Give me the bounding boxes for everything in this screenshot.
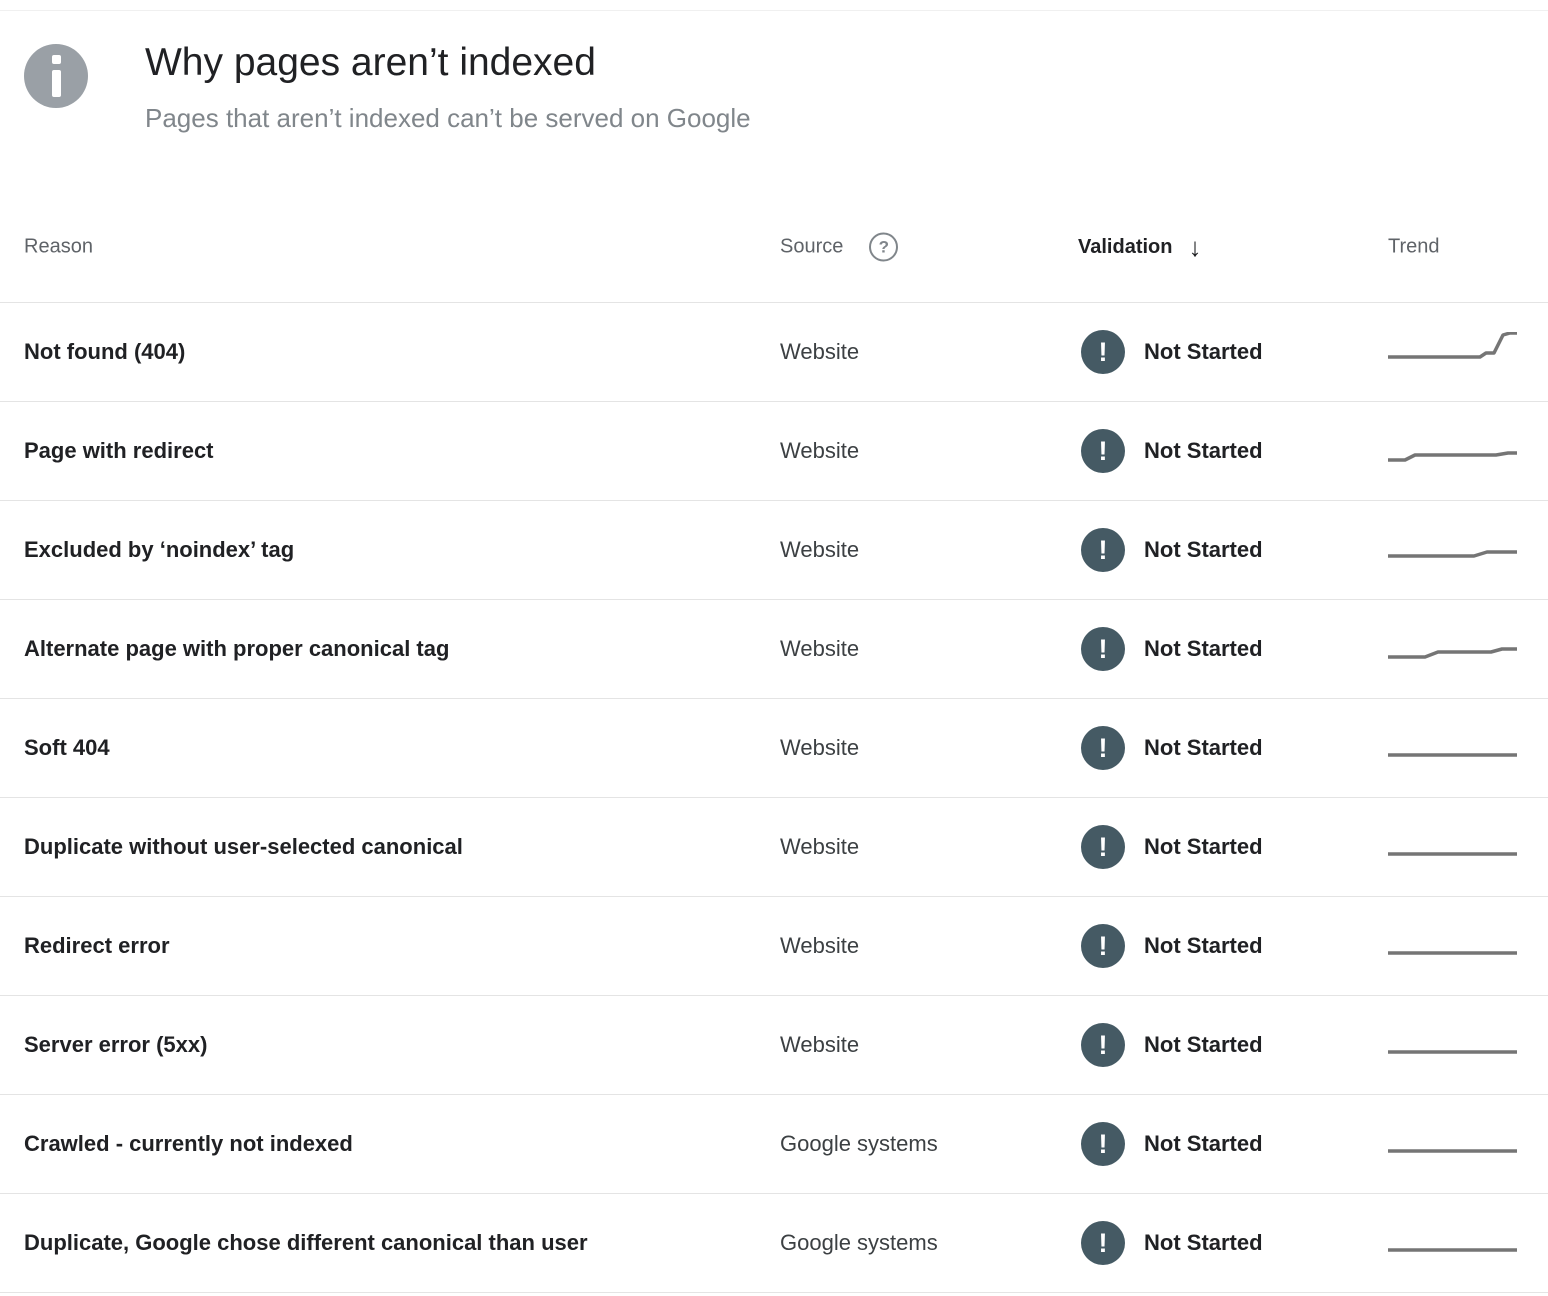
source-cell: Google systems xyxy=(780,1230,938,1256)
validation-error-icon: ! xyxy=(1081,726,1125,770)
source-column-label: Source xyxy=(780,236,843,259)
source-cell: Website xyxy=(780,834,859,860)
validation-cell: ! Not Started xyxy=(1081,330,1263,374)
table-row[interactable]: Excluded by ‘noindex’ tag Website ! Not … xyxy=(0,501,1548,600)
table-row[interactable]: Redirect error Website ! Not Started xyxy=(0,897,1548,996)
trend-sparkline xyxy=(1388,1223,1518,1263)
reason-cell: Soft 404 xyxy=(24,735,110,761)
source-cell: Website xyxy=(780,735,859,761)
info-icon xyxy=(24,44,88,108)
sort-descending-arrow-icon: ↓ xyxy=(1188,234,1201,260)
reason-cell: Duplicate without user-selected canonica… xyxy=(24,834,463,860)
source-cell: Website xyxy=(780,1032,859,1058)
validation-error-icon: ! xyxy=(1081,1221,1125,1265)
validation-error-icon: ! xyxy=(1081,528,1125,572)
validation-status: Not Started xyxy=(1144,1230,1263,1256)
validation-status: Not Started xyxy=(1144,933,1263,959)
validation-cell: ! Not Started xyxy=(1081,825,1263,869)
table-header-row: Reason Source ? Validation ↓ Trend xyxy=(0,210,1548,303)
reason-cell: Not found (404) xyxy=(24,339,185,365)
validation-status: Not Started xyxy=(1144,537,1263,563)
trend-sparkline xyxy=(1388,332,1518,372)
validation-cell: ! Not Started xyxy=(1081,429,1263,473)
validation-cell: ! Not Started xyxy=(1081,924,1263,968)
reason-cell: Crawled - currently not indexed xyxy=(24,1131,353,1157)
table-row[interactable]: Duplicate without user-selected canonica… xyxy=(0,798,1548,897)
validation-cell: ! Not Started xyxy=(1081,726,1263,770)
validation-status: Not Started xyxy=(1144,834,1263,860)
trend-sparkline xyxy=(1388,1025,1518,1065)
trend-sparkline xyxy=(1388,728,1518,768)
trend-sparkline xyxy=(1388,926,1518,966)
reason-cell: Redirect error xyxy=(24,933,170,959)
table-row[interactable]: Page with redirect Website ! Not Started xyxy=(0,402,1548,501)
source-cell: Website xyxy=(780,933,859,959)
source-cell: Google systems xyxy=(780,1131,938,1157)
validation-error-icon: ! xyxy=(1081,330,1125,374)
validation-cell: ! Not Started xyxy=(1081,627,1263,671)
validation-status: Not Started xyxy=(1144,735,1263,761)
reason-cell: Page with redirect xyxy=(24,438,214,464)
validation-cell: ! Not Started xyxy=(1081,528,1263,572)
table-body: Not found (404) Website ! Not Started Pa… xyxy=(0,303,1548,1293)
trend-sparkline xyxy=(1388,1124,1518,1164)
validation-status: Not Started xyxy=(1144,1131,1263,1157)
reason-column-header[interactable]: Reason xyxy=(24,236,93,259)
page-title: Why pages aren’t indexed xyxy=(145,40,596,86)
validation-status: Not Started xyxy=(1144,636,1263,662)
source-cell: Website xyxy=(780,636,859,662)
report-header: Why pages aren’t indexed Pages that aren… xyxy=(0,0,1548,210)
validation-error-icon: ! xyxy=(1081,924,1125,968)
source-cell: Website xyxy=(780,537,859,563)
validation-error-icon: ! xyxy=(1081,1122,1125,1166)
table-row[interactable]: Server error (5xx) Website ! Not Started xyxy=(0,996,1548,1095)
validation-error-icon: ! xyxy=(1081,627,1125,671)
table-row[interactable]: Not found (404) Website ! Not Started xyxy=(0,303,1548,402)
validation-cell: ! Not Started xyxy=(1081,1122,1263,1166)
validation-status: Not Started xyxy=(1144,339,1263,365)
validation-cell: ! Not Started xyxy=(1081,1221,1263,1265)
trend-sparkline xyxy=(1388,629,1518,669)
table-row[interactable]: Duplicate, Google chose different canoni… xyxy=(0,1194,1548,1293)
validation-status: Not Started xyxy=(1144,438,1263,464)
reason-cell: Alternate page with proper canonical tag xyxy=(24,636,449,662)
trend-sparkline xyxy=(1388,827,1518,867)
trend-sparkline xyxy=(1388,431,1518,471)
validation-error-icon: ! xyxy=(1081,1023,1125,1067)
trend-column-header: Trend xyxy=(1388,236,1440,259)
validation-cell: ! Not Started xyxy=(1081,1023,1263,1067)
reason-cell: Excluded by ‘noindex’ tag xyxy=(24,537,294,563)
trend-sparkline xyxy=(1388,530,1518,570)
table-row[interactable]: Crawled - currently not indexed Google s… xyxy=(0,1095,1548,1194)
validation-column-header[interactable]: Validation ↓ xyxy=(1078,234,1201,260)
reason-cell: Duplicate, Google chose different canoni… xyxy=(24,1230,588,1256)
page-subtitle: Pages that aren’t indexed can’t be serve… xyxy=(145,102,751,134)
source-cell: Website xyxy=(780,339,859,365)
validation-column-label: Validation xyxy=(1078,236,1172,259)
source-cell: Website xyxy=(780,438,859,464)
why-pages-arent-indexed-panel: Why pages aren’t indexed Pages that aren… xyxy=(0,0,1548,1296)
validation-error-icon: ! xyxy=(1081,429,1125,473)
source-column-header[interactable]: Source ? xyxy=(780,233,898,262)
table-row[interactable]: Alternate page with proper canonical tag… xyxy=(0,600,1548,699)
validation-error-icon: ! xyxy=(1081,825,1125,869)
reason-cell: Server error (5xx) xyxy=(24,1032,207,1058)
validation-status: Not Started xyxy=(1144,1032,1263,1058)
table-row[interactable]: Soft 404 Website ! Not Started xyxy=(0,699,1548,798)
help-icon[interactable]: ? xyxy=(869,233,898,262)
